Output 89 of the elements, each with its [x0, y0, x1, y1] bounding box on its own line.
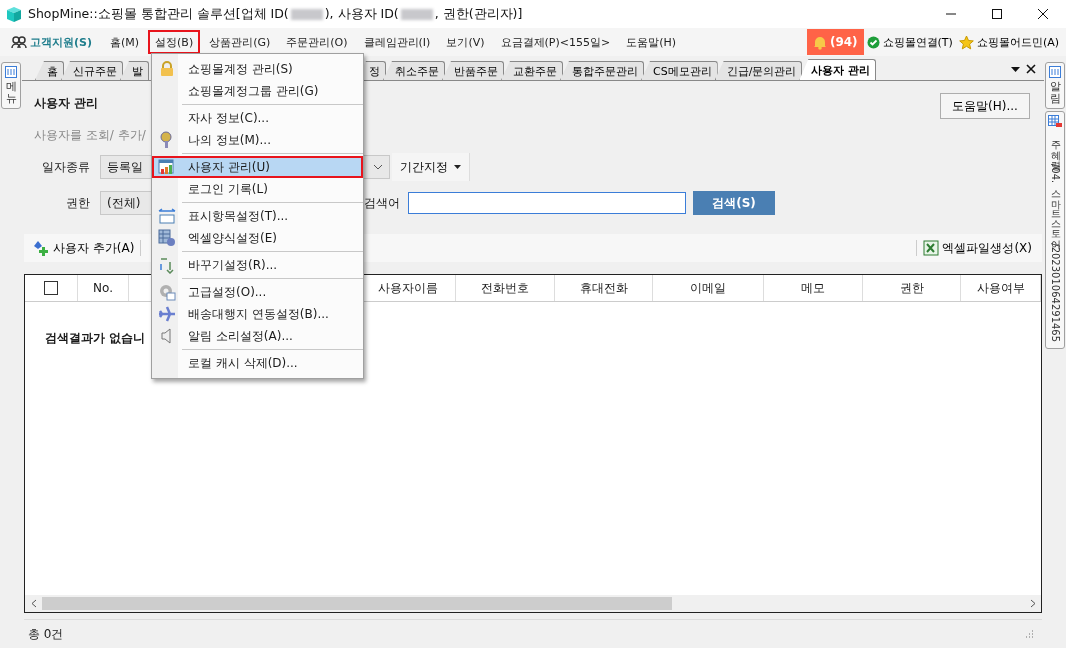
tab[interactable]: 취소주문: [383, 61, 445, 80]
tab[interactable]: 긴급/문의관리: [714, 61, 803, 80]
resize-grip-icon: [1024, 629, 1034, 639]
menu-item[interactable]: 고급설정(O)...: [152, 281, 363, 303]
panel-icon: [5, 66, 17, 78]
export-excel-button[interactable]: 엑셀파일생성(X): [921, 239, 1034, 257]
panel-icon: [1049, 66, 1061, 78]
field-label: 권한: [65, 194, 90, 212]
page-title: 사용자 관리: [34, 95, 99, 112]
menu-item[interactable]: 고객지원(S): [4, 30, 99, 54]
menu-item[interactable]: 쇼핑몰계정그룹 관리(G): [152, 80, 363, 102]
table-gear-icon: [158, 229, 176, 247]
maximize-icon: [992, 9, 1002, 19]
panel-tab-label: 알림: [1049, 81, 1061, 106]
user-chart-icon: [158, 159, 176, 175]
scroll-left-icon: [30, 599, 37, 608]
menu-panel-tab[interactable]: 메뉴: [1, 62, 21, 110]
add-user-icon: [32, 240, 50, 256]
empty-message: 검색결과가 없습니: [45, 331, 146, 345]
column-header: 권한: [899, 279, 924, 297]
menu-item[interactable]: 바꾸기설정(R)...: [152, 254, 363, 276]
speaker-icon: [160, 328, 174, 344]
horizontal-scrollbar[interactable]: [25, 595, 1041, 612]
tab[interactable]: 홈: [35, 61, 64, 80]
chevron-down-icon: [373, 164, 383, 170]
menu-item[interactable]: 상품관리(G): [202, 30, 278, 54]
tab[interactable]: CS메모관리: [641, 61, 718, 80]
field-label: 일자종류: [41, 158, 90, 176]
menu-item[interactable]: 사용자 관리(U): [152, 156, 363, 178]
field-label: 검색어: [364, 194, 400, 212]
app-logo-icon: [6, 6, 22, 22]
menu-item[interactable]: 도움말(H): [619, 30, 683, 54]
column-header: No.: [93, 281, 113, 295]
close-icon: [1038, 9, 1048, 19]
menu-item[interactable]: 홈(M): [103, 30, 147, 54]
resize-arrows-icon: [158, 208, 176, 224]
tab[interactable]: 신규주문: [61, 61, 123, 80]
total-count: 총 0건: [28, 625, 64, 643]
add-user-button[interactable]: 사용자 추가(A): [30, 239, 137, 257]
column-header: 이메일: [690, 279, 726, 297]
menu-item[interactable]: 주문관리(O): [279, 30, 355, 54]
window-title: ShopMine::쇼핑몰 통합관리 솔루션[업체 ID( ), 사용자 ID( , 권한(관리자)]: [28, 5, 523, 23]
store-panel-tab[interactable]: 주혜령/04.스마트스토어/202301064291465: [1045, 111, 1065, 350]
column-header: 전화번호: [481, 279, 529, 297]
tab[interactable]: 반품주문: [442, 61, 504, 80]
caret-icon: [454, 165, 461, 169]
table-icon: [1048, 115, 1062, 129]
help-button[interactable]: 도움말(H)...: [940, 93, 1030, 119]
search-field[interactable]: [408, 192, 686, 214]
people-icon: [11, 35, 27, 49]
star-icon: [958, 34, 974, 50]
alert-panel-tab[interactable]: 알림: [1045, 62, 1065, 110]
period-button[interactable]: 기간지정: [392, 153, 470, 181]
column-header: 사용자이름: [377, 279, 438, 297]
dropdown-icon: [1011, 66, 1020, 72]
select-all-checkbox[interactable]: [44, 281, 58, 295]
tab[interactable]: 발: [120, 61, 149, 80]
menu-item[interactable]: 배송대행지 연동설정(B)...: [152, 303, 363, 325]
menu-item[interactable]: 클레임관리(I): [356, 30, 438, 54]
excel-icon: [923, 240, 940, 256]
menu-item[interactable]: 자사 정보(C)...: [152, 107, 363, 129]
page-subtitle: 사용자를 조회/ 추가/: [34, 127, 146, 144]
menu-item[interactable]: 표시항목설정(T)...: [152, 205, 363, 227]
tab[interactable]: 교환주문: [501, 61, 563, 80]
panel-tab-label: 주혜령/04.스마트스토어/202301064291465: [1049, 133, 1062, 345]
bell-icon: [812, 34, 827, 50]
menu-item[interactable]: 나의 정보(M)...: [152, 129, 363, 151]
admin-button[interactable]: 쇼핑몰어드민(A): [955, 30, 1062, 54]
column-header: 휴대전화: [579, 279, 628, 297]
panel-tab-label: 메뉴: [5, 81, 17, 106]
check-circle-icon: [866, 35, 880, 49]
menu-item[interactable]: 로그인 기록(L): [152, 178, 363, 200]
menu-item[interactable]: 엑셀양식설정(E): [152, 227, 363, 249]
scroll-right-icon: [1029, 599, 1036, 608]
redacted-block: [400, 8, 433, 20]
menu-item[interactable]: 보기(V): [439, 30, 492, 54]
close-icon: [1026, 64, 1036, 74]
column-header: 사용여부: [976, 279, 1025, 297]
connect-button[interactable]: 쇼핑몰연결(T): [863, 30, 956, 54]
search-button[interactable]: 검색(S): [693, 191, 775, 215]
tab[interactable]: 통합주문관리: [560, 61, 644, 80]
lock-icon: [160, 61, 174, 77]
menu-item[interactable]: 요금결제(P)<155일>: [493, 30, 618, 54]
airplane-icon: [158, 306, 176, 322]
column-header: 메모: [801, 279, 825, 297]
redacted-block: [290, 8, 323, 20]
menu-item[interactable]: 알림 소리설정(A)...: [152, 325, 363, 347]
tab[interactable]: 사용자 관리: [799, 59, 877, 80]
menu-item[interactable]: 로컬 캐시 삭제(D)...: [152, 352, 363, 374]
